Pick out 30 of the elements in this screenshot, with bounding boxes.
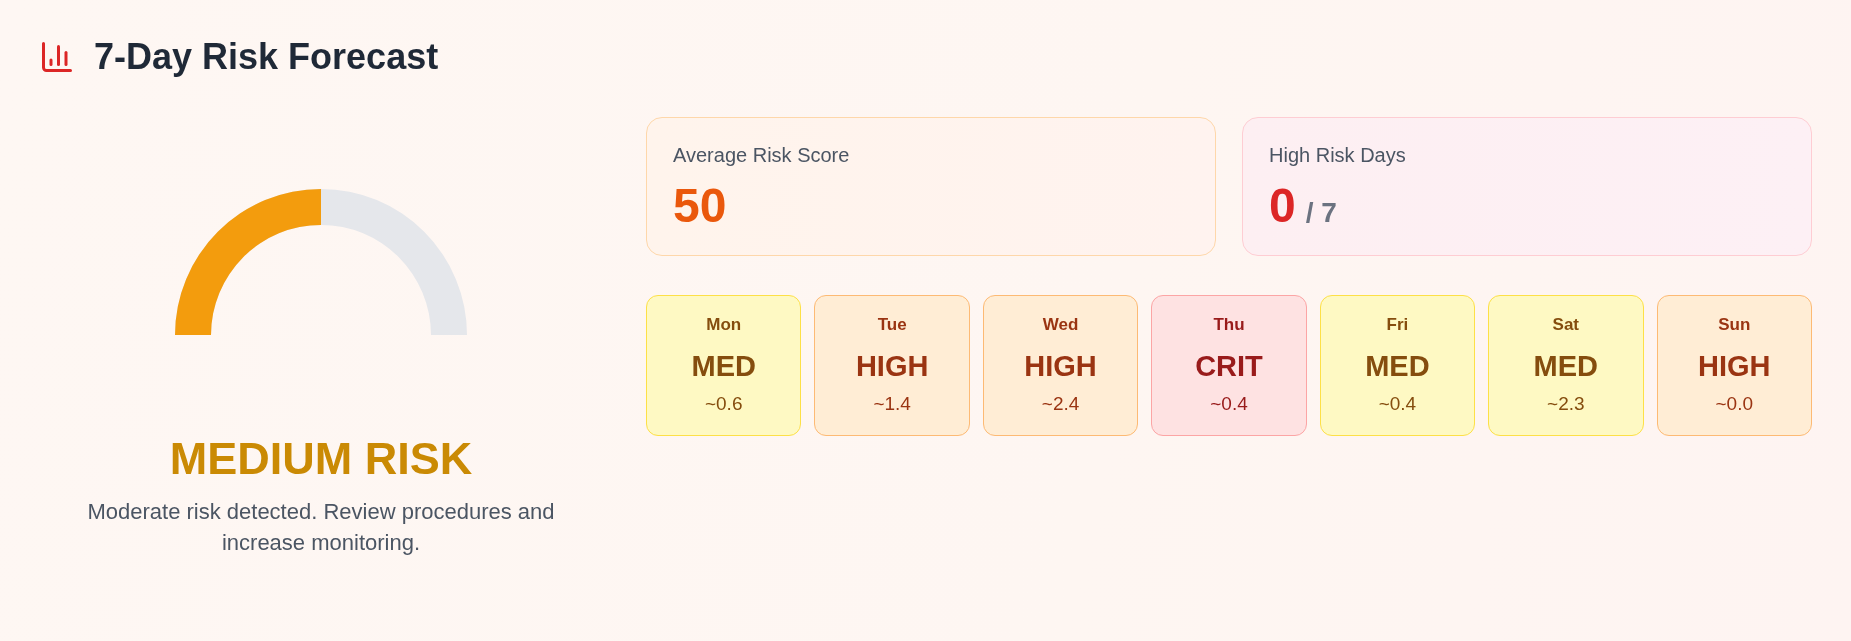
stat-label: High Risk Days <box>1269 143 1406 168</box>
risk-rating: HIGH <box>1698 349 1771 383</box>
day-name: Sun <box>1718 314 1751 335</box>
risk-rating: CRIT <box>1195 349 1263 383</box>
day-name: Thu <box>1213 314 1245 335</box>
stat-label: Average Risk Score <box>673 143 850 168</box>
stat-total: / 7 <box>1305 199 1337 227</box>
risk-rating: MED <box>691 349 756 383</box>
stat-value: 0 <box>1269 180 1296 231</box>
day-name: Wed <box>1042 314 1079 335</box>
stat-value: 50 <box>673 180 727 231</box>
risk-value: ~2.4 <box>1041 392 1080 415</box>
day-name: Mon <box>706 314 742 335</box>
risk-rating: MED <box>1365 349 1430 383</box>
risk-description: Moderate risk detected. Review procedures and increase monitoring. <box>86 498 556 557</box>
risk-rating: HIGH <box>1024 349 1097 383</box>
page-title: 7-Day Risk Forecast <box>94 37 439 77</box>
risk-rating: HIGH <box>855 349 929 383</box>
day-name: Sat <box>1552 314 1580 335</box>
risk-level-label: MEDIUM RISK <box>169 432 473 485</box>
risk-value: ~2.3 <box>1547 392 1585 415</box>
day-name: Fri <box>1386 314 1409 335</box>
risk-value: ~1.4 <box>873 392 911 415</box>
bar-chart-icon <box>42 42 72 72</box>
risk-value: ~0.6 <box>704 392 743 415</box>
day-name: Tue <box>877 314 907 335</box>
risk-value: ~0.4 <box>1378 392 1417 415</box>
risk-rating: MED <box>1533 349 1599 383</box>
risk-value: ~0.0 <box>1715 392 1753 415</box>
risk-value: ~0.4 <box>1210 392 1248 415</box>
